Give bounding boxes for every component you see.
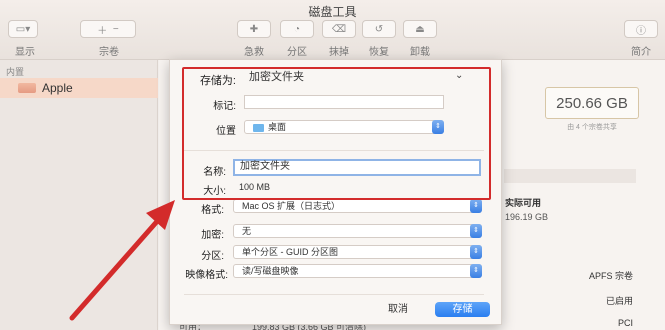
red-arrow	[69, 200, 175, 321]
